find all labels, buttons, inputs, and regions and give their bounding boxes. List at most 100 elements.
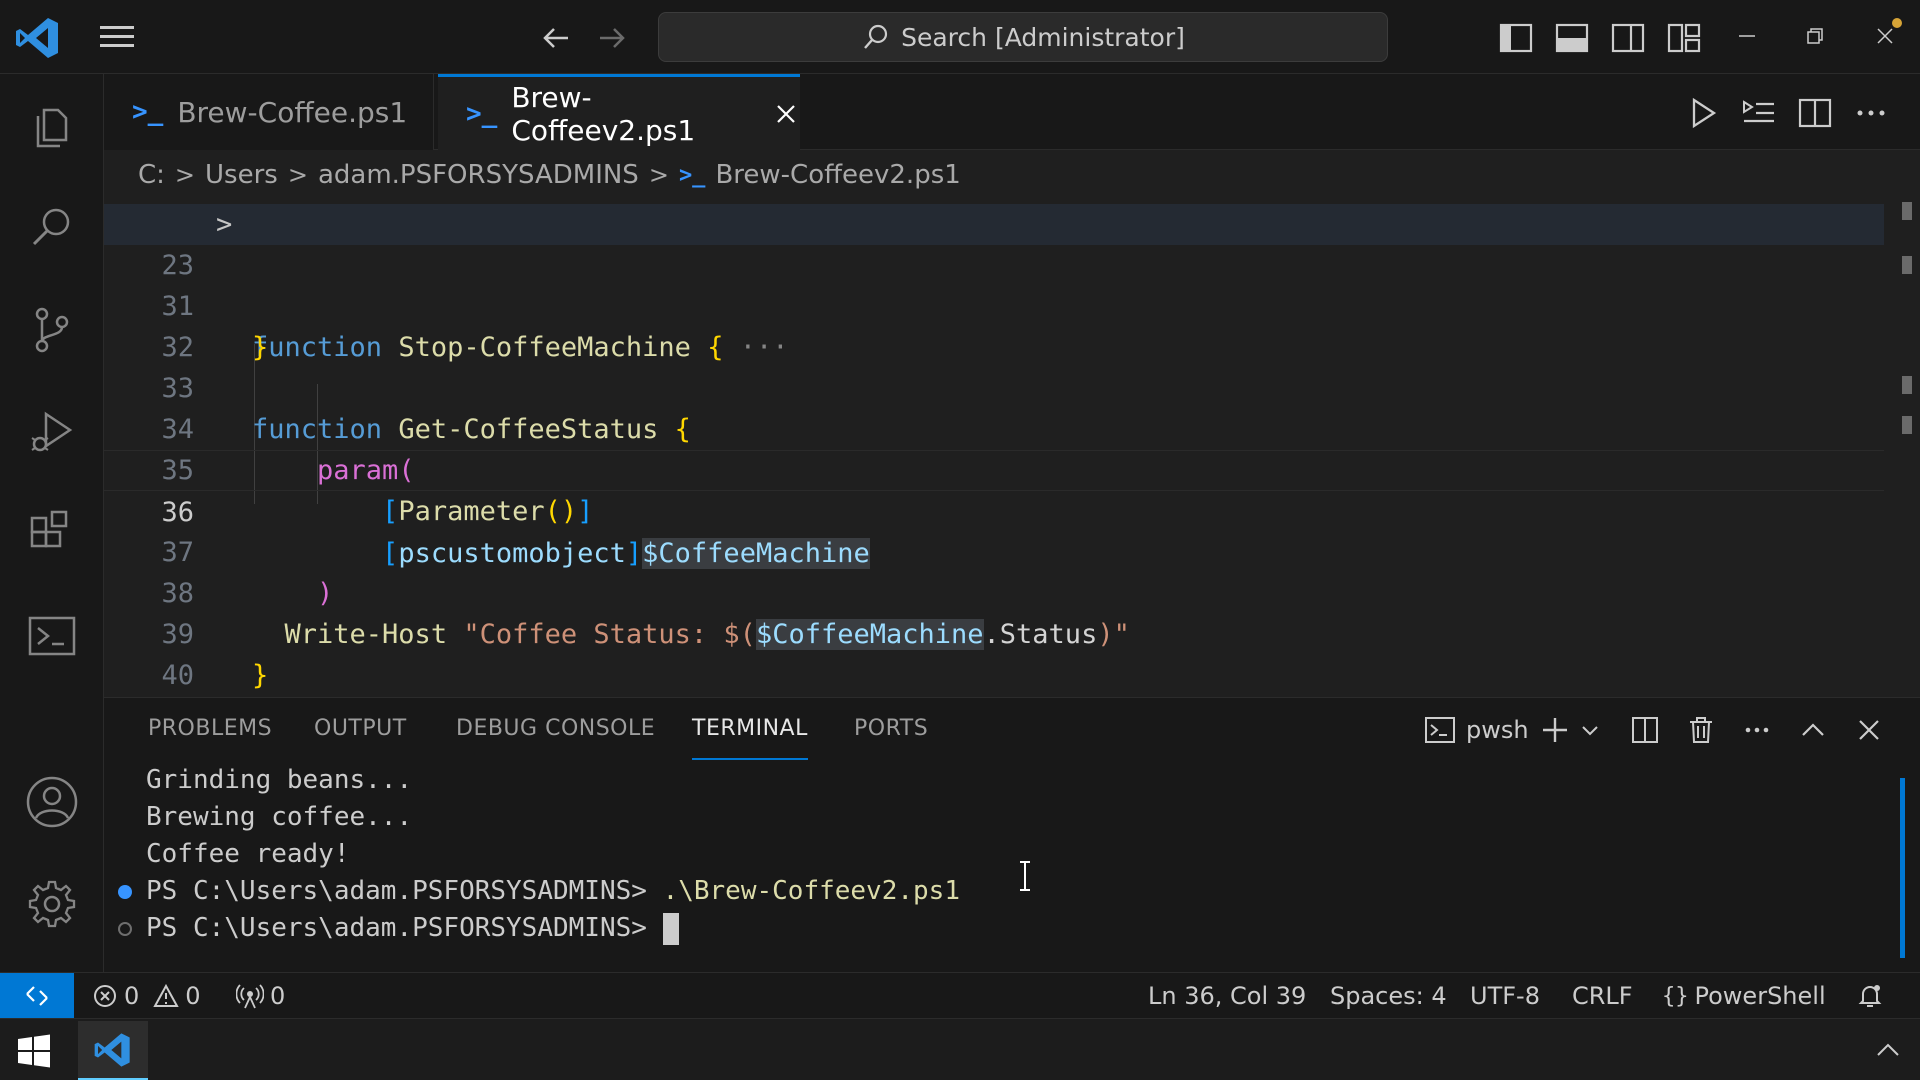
activity-bar <box>0 74 104 972</box>
powershell-file-icon: >_ <box>678 162 706 188</box>
breadcrumb-item[interactable]: Users <box>205 160 278 190</box>
remote-indicator-button[interactable] <box>0 973 74 1019</box>
code-line-35[interactable]: 35 [Parameter()] <box>104 409 1884 527</box>
command-center-search[interactable]: Search [Administrator] <box>658 12 1388 62</box>
breadcrumb: C: > Users > adam.PSFORSYSADMINS > >_ Br… <box>104 150 1920 200</box>
end-of-line-setting[interactable]: CRLF <box>1572 973 1633 1019</box>
text-cursor-icon <box>1020 861 1030 891</box>
run-and-debug-button[interactable] <box>22 402 82 462</box>
powershell-extension-button[interactable] <box>22 606 82 666</box>
ports-count: 0 <box>270 982 286 1010</box>
more-actions-icon[interactable] <box>1850 92 1892 134</box>
close-panel-button[interactable] <box>1854 712 1884 748</box>
tab-label: Brew-Coffee.ps1 <box>177 95 408 129</box>
toggle-secondary-sidebar-icon[interactable] <box>1608 18 1648 58</box>
breadcrumb-item[interactable]: Brew-Coffeev2.ps1 <box>715 160 960 190</box>
cursor-position[interactable]: Ln 36, Col 39 <box>1148 973 1306 1019</box>
code-line-40[interactable]: 40 <box>104 614 1884 691</box>
restore-button[interactable] <box>1792 14 1838 58</box>
tab-debug-console[interactable]: DEBUG CONSOLE <box>456 698 655 760</box>
panel-tab-bar: PROBLEMS OUTPUT DEBUG CONSOLE TERMINAL P… <box>104 698 1920 760</box>
split-editor-icon[interactable] <box>1794 92 1836 134</box>
forward-arrow-icon[interactable] <box>592 18 632 58</box>
editor-tab-bar: >_ Brew-Coffee.ps1 >_ Brew-Coffeev2.ps1 <box>104 74 1920 150</box>
code-line-23[interactable]: 23 > function Stop-CoffeeMachine { ··· <box>104 204 1884 363</box>
close-tab-button[interactable] <box>772 98 800 130</box>
trash-icon <box>1690 717 1712 743</box>
plus-icon <box>1543 718 1567 742</box>
gear-icon <box>28 880 76 928</box>
terminal-scrollbar[interactable] <box>1900 778 1905 958</box>
code-editor[interactable]: 23 > function Stop-CoffeeMachine { ··· 3… <box>104 200 1920 697</box>
code-line-39[interactable]: 39 } <box>104 573 1884 691</box>
maximize-panel-button[interactable] <box>1798 712 1828 748</box>
terminal-output[interactable]: Grinding beans... Brewing coffee... Coff… <box>104 760 1920 973</box>
tab-brew-coffeev2[interactable]: >_ Brew-Coffeev2.ps1 <box>438 74 800 150</box>
code-line-36[interactable]: 36 [pscustomobject]$CoffeeMachine <box>104 450 1884 569</box>
kill-terminal-button[interactable] <box>1686 712 1716 748</box>
toggle-primary-sidebar-icon[interactable] <box>1496 18 1536 58</box>
minimize-button[interactable] <box>1724 14 1770 58</box>
code-line-32[interactable]: 32 <box>104 286 1884 363</box>
indentation-setting[interactable]: Spaces: 4 <box>1330 973 1447 1019</box>
new-terminal-button[interactable] <box>1540 712 1600 748</box>
account-icon <box>26 776 78 828</box>
explorer-button[interactable] <box>22 96 82 156</box>
back-arrow-icon[interactable] <box>536 18 576 58</box>
status-bar: 0 0 0 Ln 36, Col 39 Spaces: 4 UTF-8 CRLF… <box>0 972 1920 1019</box>
terminal-icon <box>1425 717 1455 743</box>
tab-terminal[interactable]: TERMINAL <box>692 698 808 760</box>
source-control-button[interactable] <box>22 300 82 360</box>
expand-chevron-icon[interactable]: > <box>216 204 232 245</box>
extensions-button[interactable] <box>22 504 82 564</box>
tab-brew-coffee[interactable]: >_ Brew-Coffee.ps1 <box>104 74 434 150</box>
code-line-33[interactable]: 33 function Get-CoffeeStatus { <box>104 327 1884 445</box>
code-line-38[interactable]: 38 Write-Host "Coffee Status: $($CoffeeM… <box>104 532 1884 650</box>
more-actions-button[interactable] <box>1742 712 1772 748</box>
scroll-mark <box>1902 256 1912 274</box>
taskbar-vscode-button[interactable] <box>78 1021 148 1080</box>
code-line-31[interactable]: 31 } <box>104 245 1884 363</box>
bell-icon <box>1858 985 1882 1007</box>
menu-icon[interactable] <box>96 20 138 54</box>
notifications-button[interactable] <box>1856 973 1884 1019</box>
code-line-34[interactable]: 34 param( <box>104 368 1884 486</box>
minimize-icon <box>1739 35 1755 37</box>
manage-button[interactable] <box>22 874 82 934</box>
error-count: 0 <box>124 982 140 1010</box>
breadcrumb-item[interactable]: C: <box>138 160 165 190</box>
command-success-dot[interactable] <box>118 885 132 899</box>
terminal-prompt-line: PS C:\Users\adam.PSFORSYSADMINS> .\Brew-… <box>146 873 960 910</box>
run-selection-icon[interactable] <box>1738 92 1780 134</box>
language-mode[interactable]: {} PowerShell <box>1662 973 1826 1019</box>
tab-problems[interactable]: PROBLEMS <box>148 698 272 760</box>
windows-start-icon[interactable] <box>16 1033 52 1069</box>
problems-indicator[interactable]: 0 0 <box>92 973 201 1019</box>
tab-output[interactable]: OUTPUT <box>314 698 407 760</box>
terminal-shell-button[interactable]: pwsh <box>1424 712 1529 748</box>
accounts-button[interactable] <box>22 772 82 832</box>
close-icon <box>777 104 795 123</box>
update-indicator-dot <box>1892 18 1902 28</box>
terminal-icon <box>28 616 76 656</box>
forwarded-ports-indicator[interactable]: 0 <box>236 973 285 1019</box>
run-file-icon[interactable] <box>1682 92 1724 134</box>
extensions-icon <box>30 510 68 548</box>
chevron-right-icon: > <box>174 161 196 189</box>
encoding-setting[interactable]: UTF-8 <box>1470 973 1540 1019</box>
search-icon <box>32 208 70 246</box>
customize-layout-icon[interactable] <box>1664 18 1704 58</box>
code-line-37[interactable]: 37 ) <box>104 491 1884 609</box>
close-window-button[interactable] <box>1862 14 1908 58</box>
breadcrumb-item[interactable]: adam.PSFORSYSADMINS <box>318 160 639 190</box>
chevron-up-icon[interactable] <box>1872 1035 1904 1067</box>
chevron-down-icon[interactable] <box>1580 720 1600 740</box>
terminal-line: Coffee ready! <box>146 839 350 869</box>
split-terminal-button[interactable] <box>1630 712 1660 748</box>
toggle-panel-icon[interactable] <box>1552 18 1592 58</box>
powershell-file-icon: >_ <box>466 98 498 129</box>
vscode-logo-icon[interactable] <box>14 14 62 62</box>
search-view-button[interactable] <box>22 198 82 258</box>
tab-ports[interactable]: PORTS <box>854 698 928 760</box>
close-icon <box>1859 720 1879 740</box>
